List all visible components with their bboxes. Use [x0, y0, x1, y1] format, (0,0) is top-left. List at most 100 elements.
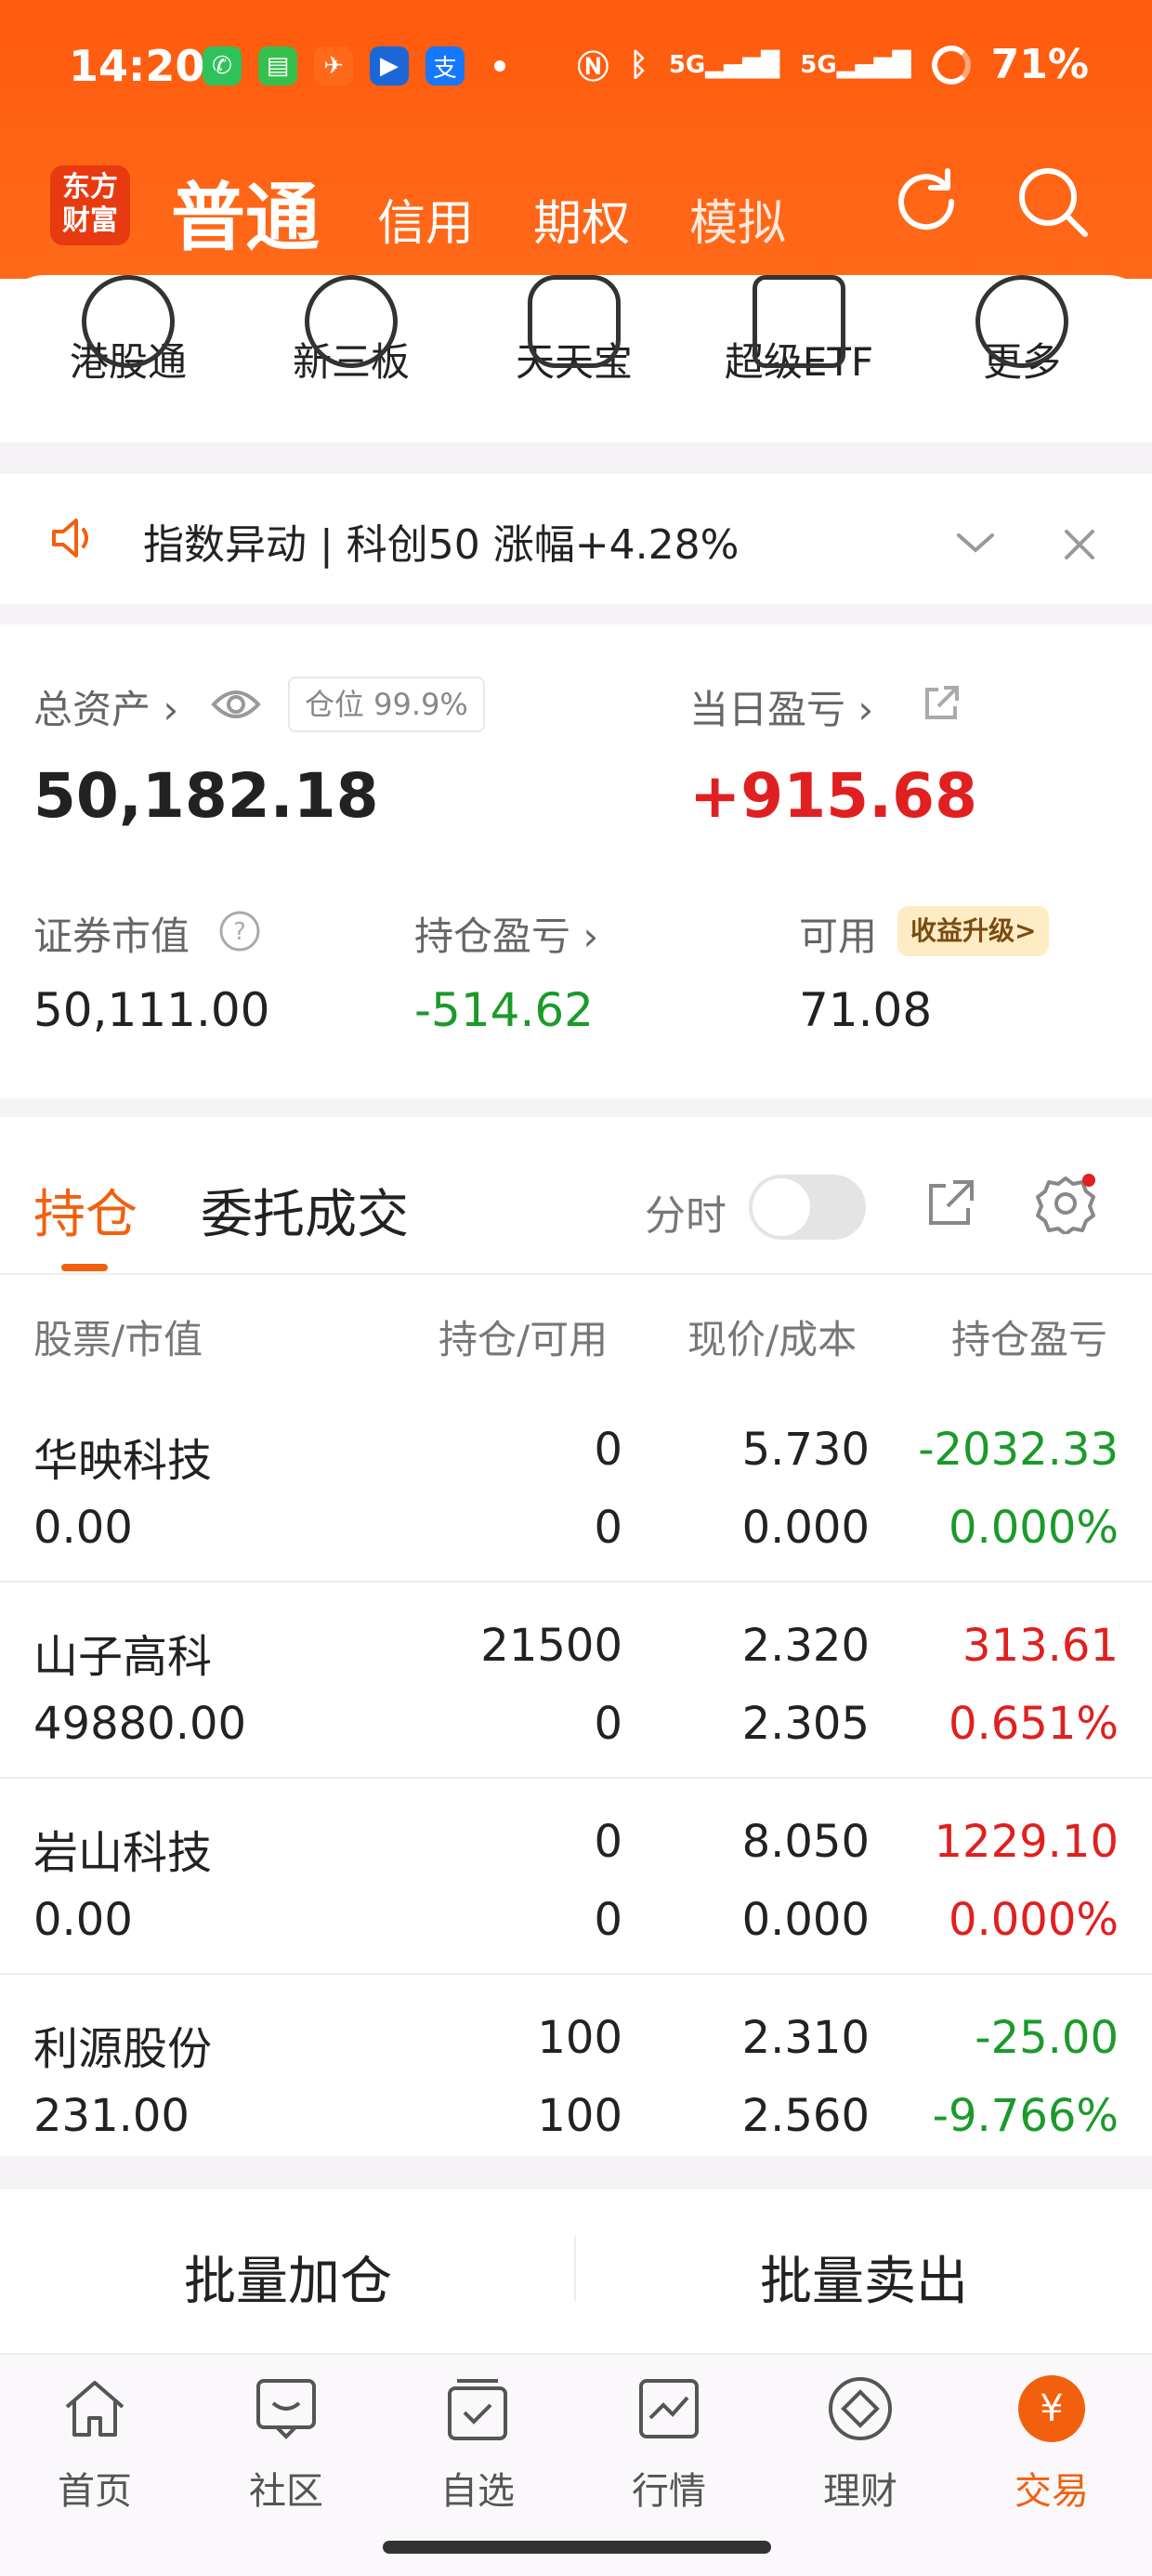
wechat-icon: ✆ [203, 46, 242, 85]
quick-super-etf[interactable]: 超级ETF [697, 275, 901, 388]
quick-tiantianbao[interactable]: 天天宝 [472, 275, 676, 388]
help-icon[interactable]: ? [217, 909, 262, 953]
table-row[interactable]: 华映科技 0.00 0 0 5.730 0.000 -2032.33 0.000… [0, 1387, 1152, 1583]
home-icon [65, 2381, 124, 2437]
stock-price: 8.050 [741, 1816, 870, 1868]
asset-summary: 总资产 › 仓位 99.9% 50,182.18 当日盈亏 › +915.68 … [0, 624, 1152, 1098]
available-label: 可用 [799, 913, 878, 959]
stock-cost: 2.305 [741, 1698, 870, 1750]
batch-sell-button[interactable]: 批量卖出 [760, 2240, 968, 2315]
quick-hk-connect[interactable]: 港股通 [26, 275, 230, 388]
stock-available: 0 [594, 1894, 622, 1946]
stock-market-value: 0.00 [33, 1894, 133, 1946]
position-ratio-badge: 仓位 99.9% [288, 677, 485, 732]
eye-icon[interactable] [210, 680, 262, 729]
tab-options[interactable]: 期权 [533, 184, 630, 254]
divider [574, 2236, 576, 2301]
tab-normal-account[interactable]: 普通 [171, 158, 320, 266]
table-row[interactable]: 山子高科 49880.00 21500 0 2.320 2.305 313.61… [0, 1583, 1152, 1779]
battery-icon [931, 45, 971, 85]
quick-more[interactable]: 更多 [920, 275, 1124, 388]
header-pl: 持仓盈亏 [951, 1317, 1108, 1362]
notification-icons: ✆ ▤ ✈ ▶ 支 [203, 46, 505, 85]
search-icon[interactable] [1013, 162, 1093, 242]
etf-icon [753, 275, 845, 368]
market-value: 50,111.00 [33, 983, 270, 1037]
close-icon[interactable] [1059, 524, 1100, 565]
batch-actions: 批量加仓 批量卖出 [0, 2189, 1152, 2347]
share-icon[interactable] [923, 1176, 977, 1230]
divider [0, 2156, 1152, 2189]
total-assets-label[interactable]: 总资产 › [33, 678, 178, 735]
divider [0, 442, 1152, 474]
batch-add-button[interactable]: 批量加仓 [184, 2240, 392, 2315]
tab-watchlist[interactable]: 自选 [385, 2372, 570, 2515]
tab-home[interactable]: 首页 [2, 2372, 188, 2515]
stock-position: 0 [594, 1424, 622, 1476]
stock-name: 岩山科技 [33, 1827, 213, 1879]
stock-cost: 0.000 [741, 1894, 870, 1946]
notice-text: 指数异动 | 科创50 涨幅+4.28% [143, 521, 740, 569]
table-header: 股票/市值 持仓/可用 现价/成本 持仓盈亏 [0, 1275, 1152, 1387]
tab-credit[interactable]: 信用 [377, 184, 474, 254]
tab-simulation[interactable]: 模拟 [689, 184, 786, 254]
svg-text:¥: ¥ [1040, 2387, 1063, 2430]
stock-name: 山子高科 [33, 1631, 213, 1683]
nfc-icon: Ⓝ [577, 49, 609, 86]
signal-icon-2: 5G▂▄▆█ [800, 50, 911, 79]
toggle-knob [753, 1178, 810, 1236]
market-chart-icon [639, 2379, 699, 2438]
quick-menu: 港股通 新三板 天天宝 超级ETF 更多 [0, 275, 1152, 461]
stock-pl-pct: 0.000% [948, 1894, 1119, 1946]
notice-bar[interactable]: 指数异动 | 科创50 涨幅+4.28% [0, 474, 1152, 604]
stock-position: 0 [594, 1816, 622, 1868]
stock-cost: 0.000 [741, 1502, 870, 1554]
intraday-toggle[interactable] [749, 1175, 866, 1240]
stock-position: 100 [537, 2012, 622, 2064]
daily-pl-label[interactable]: 当日盈亏 › [689, 678, 873, 735]
yield-upgrade-badge[interactable]: 收益升级> [897, 906, 1050, 956]
bluetooth-icon: ᛒ [629, 46, 648, 84]
hk-connect-icon [82, 275, 175, 368]
stock-position: 21500 [480, 1620, 622, 1672]
app-header: 14:20 ✆ ▤ ✈ ▶ 支 Ⓝ ᛒ 5G▂▄▆█ 5G▂▄▆█ 71% 东方… [0, 0, 1152, 279]
eastmoney-logo[interactable]: 东方 财富 [50, 165, 130, 245]
messages-icon: ▤ [258, 46, 297, 85]
piggy-bank-icon [528, 275, 621, 368]
total-assets-value: 50,182.18 [33, 760, 379, 832]
table-row[interactable]: 岩山科技 0.00 0 0 8.050 0.000 1229.10 0.000% [0, 1779, 1152, 1975]
chevron-down-icon[interactable] [953, 526, 998, 559]
tab-orders[interactable]: 委托成交 [201, 1173, 409, 1248]
tab-holdings[interactable]: 持仓 [33, 1173, 137, 1248]
holding-pl-value: -514.62 [414, 983, 594, 1037]
home-indicator[interactable] [383, 2541, 771, 2554]
community-icon [256, 2379, 316, 2439]
quick-neeq[interactable]: 新三板 [249, 275, 453, 388]
app-notify-icon: ✈ [314, 46, 353, 85]
table-row[interactable]: 利源股份 231.00 100 100 2.310 2.560 -25.00 -… [0, 1975, 1152, 2171]
divider [0, 1098, 1152, 1117]
account-type-nav: 东方 财富 普通 信用 期权 模拟 [0, 149, 1152, 279]
trade-yen-icon: ¥ [1018, 2375, 1085, 2442]
market-value-label: 证券市值 [33, 913, 190, 959]
system-icons: Ⓝ ᛒ 5G▂▄▆█ 5G▂▄▆█ 71% [577, 41, 1089, 88]
holding-pl-label[interactable]: 持仓盈亏 › [414, 905, 598, 962]
stock-price: 2.320 [741, 1620, 870, 1672]
diamond-icon [829, 2377, 892, 2440]
external-link-icon[interactable] [920, 682, 962, 725]
daily-pl-value: +915.68 [689, 760, 977, 832]
tab-market[interactable]: 行情 [576, 2372, 762, 2515]
tab-wealth[interactable]: 理财 [767, 2372, 953, 2515]
stock-available: 0 [594, 1502, 622, 1554]
holdings-table: 股票/市值 持仓/可用 现价/成本 持仓盈亏 华映科技 0.00 0 0 5.7… [0, 1275, 1152, 2171]
divider [0, 604, 1152, 624]
settings-icon[interactable] [1035, 1173, 1096, 1234]
refresh-icon[interactable] [886, 162, 966, 242]
more-notifications-icon [494, 60, 505, 72]
tab-community[interactable]: 社区 [193, 2372, 379, 2515]
header-price: 现价/成本 [687, 1317, 857, 1362]
stock-market-value: 231.00 [33, 2090, 190, 2142]
alipay-icon: 支 [425, 46, 465, 85]
stock-pl: -2032.33 [918, 1424, 1119, 1476]
tab-trade[interactable]: ¥ 交易 [959, 2372, 1145, 2515]
